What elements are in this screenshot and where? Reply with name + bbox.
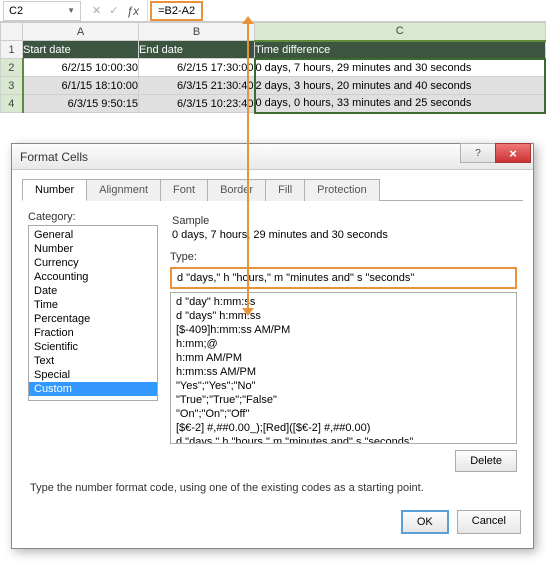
list-item[interactable]: Number xyxy=(29,242,157,256)
row-header-2[interactable]: 2 xyxy=(1,59,23,77)
list-item[interactable]: Currency xyxy=(29,256,157,270)
table-row: 3 6/1/15 18:10:00 6/3/15 21:30:40 2 days… xyxy=(1,77,546,95)
type-label: Type: xyxy=(170,251,517,263)
list-item[interactable]: d "day" h:mm:ss xyxy=(171,295,516,309)
sample-label: Sample xyxy=(172,215,515,227)
col-header-c[interactable]: C xyxy=(255,23,546,41)
tab-number[interactable]: Number xyxy=(22,179,87,201)
cell[interactable]: 6/2/15 10:00:30 xyxy=(23,59,139,77)
cell-active[interactable]: 0 days, 7 hours, 29 minutes and 30 secon… xyxy=(255,59,546,77)
header-cell[interactable]: Time difference xyxy=(255,41,546,59)
list-item[interactable]: "On";"On";"Off" xyxy=(171,407,516,421)
category-listbox[interactable]: General Number Currency Accounting Date … xyxy=(28,225,158,401)
list-item[interactable]: [$€-2] #,##0.00_);[Red]([$€-2] #,##0.00) xyxy=(171,421,516,435)
dialog-title: Format Cells xyxy=(20,150,88,164)
dialog-body: Number Alignment Font Border Fill Protec… xyxy=(12,170,533,548)
annotation-arrow-head xyxy=(242,16,254,24)
formula-bar-icons: ✕ ✓ ƒx xyxy=(84,0,148,21)
col-header-a[interactable]: A xyxy=(23,23,139,41)
sample-value: 0 days, 7 hours, 29 minutes and 30 secon… xyxy=(172,229,515,241)
list-item[interactable]: Percentage xyxy=(29,312,157,326)
cell[interactable]: 0 days, 0 hours, 33 minutes and 25 secon… xyxy=(255,95,546,113)
list-item[interactable]: Accounting xyxy=(29,270,157,284)
delete-button[interactable]: Delete xyxy=(455,450,517,472)
help-button[interactable]: ? xyxy=(460,143,496,163)
type-input[interactable] xyxy=(170,267,517,289)
cancel-button[interactable]: Cancel xyxy=(457,510,521,534)
cancel-icon[interactable]: ✕ xyxy=(92,4,101,17)
list-item[interactable]: Fraction xyxy=(29,326,157,340)
cell[interactable]: 6/2/15 17:30:00 xyxy=(139,59,255,77)
list-item[interactable]: h:mm;@ xyxy=(171,337,516,351)
fx-icon[interactable]: ƒx xyxy=(126,4,139,18)
spreadsheet-grid[interactable]: A B C 1 Start date End date Time differe… xyxy=(0,22,546,114)
close-button[interactable]: × xyxy=(495,143,531,163)
list-item[interactable]: h:mm:ss AM/PM xyxy=(171,365,516,379)
header-cell[interactable]: End date xyxy=(139,41,255,59)
row-header-4[interactable]: 4 xyxy=(1,95,23,113)
row-header-1[interactable]: 1 xyxy=(1,41,23,59)
tab-alignment[interactable]: Alignment xyxy=(86,179,161,201)
hint-text: Type the number format code, using one o… xyxy=(30,482,515,494)
cell[interactable]: 6/3/15 9:50:15 xyxy=(23,95,139,113)
list-item[interactable]: h:mm AM/PM xyxy=(171,351,516,365)
list-item[interactable]: [$-409]h:mm:ss AM/PM xyxy=(171,323,516,337)
column-header-row: A B C xyxy=(1,23,546,41)
dialog-tabs: Number Alignment Font Border Fill Protec… xyxy=(22,178,523,201)
format-cells-dialog: Format Cells ? × Number Alignment Font B… xyxy=(11,143,534,549)
tab-panel: Category: General Number Currency Accoun… xyxy=(22,201,523,506)
list-item[interactable]: Date xyxy=(29,284,157,298)
tab-fill[interactable]: Fill xyxy=(265,179,305,201)
list-item[interactable]: Special xyxy=(29,368,157,382)
table-row: 4 6/3/15 9:50:15 6/3/15 10:23:40 0 days,… xyxy=(1,95,546,113)
cell[interactable]: 2 days, 3 hours, 20 minutes and 40 secon… xyxy=(255,77,546,95)
list-item[interactable]: "True";"True";"False" xyxy=(171,393,516,407)
formula-input[interactable]: =B2-A2 xyxy=(150,1,203,21)
row-header-3[interactable]: 3 xyxy=(1,77,23,95)
list-item[interactable]: "Yes";"Yes";"No" xyxy=(171,379,516,393)
category-label: Category: xyxy=(28,211,158,223)
cell[interactable]: 6/3/15 10:23:40 xyxy=(139,95,255,113)
list-item-selected[interactable]: Custom xyxy=(29,382,157,396)
header-cell[interactable]: Start date xyxy=(23,41,139,59)
name-box-value: C2 xyxy=(9,5,23,17)
select-all-cell[interactable] xyxy=(1,23,23,41)
list-item[interactable]: Scientific xyxy=(29,340,157,354)
cell[interactable]: 6/3/15 21:30:40 xyxy=(139,77,255,95)
tab-protection[interactable]: Protection xyxy=(304,179,380,201)
formula-bar: C2 ▼ ✕ ✓ ƒx =B2-A2 xyxy=(0,0,546,22)
list-item[interactable]: d "days" h:mm:ss xyxy=(171,309,516,323)
name-box[interactable]: C2 ▼ xyxy=(3,1,81,21)
dialog-footer: OK Cancel xyxy=(22,506,523,538)
tab-border[interactable]: Border xyxy=(207,179,266,201)
list-item[interactable]: Text xyxy=(29,354,157,368)
ok-button[interactable]: OK xyxy=(401,510,449,534)
table-row: 2 6/2/15 10:00:30 6/2/15 17:30:00 0 days… xyxy=(1,59,546,77)
list-item[interactable]: Time xyxy=(29,298,157,312)
annotation-arrow-head xyxy=(242,308,254,316)
col-header-b[interactable]: B xyxy=(139,23,255,41)
cell[interactable]: 6/1/15 18:10:00 xyxy=(23,77,139,95)
chevron-down-icon[interactable]: ▼ xyxy=(67,6,75,15)
header-row: 1 Start date End date Time difference xyxy=(1,41,546,59)
annotation-arrow xyxy=(247,21,249,311)
tab-font[interactable]: Font xyxy=(160,179,208,201)
type-listbox[interactable]: d "day" h:mm:ss d "days" h:mm:ss [$-409]… xyxy=(170,292,517,444)
list-item[interactable]: General xyxy=(29,228,157,242)
dialog-titlebar[interactable]: Format Cells ? × xyxy=(12,144,533,170)
enter-icon[interactable]: ✓ xyxy=(109,4,118,17)
list-item[interactable]: d "days," h "hours," m "minutes and" s "… xyxy=(171,435,516,444)
